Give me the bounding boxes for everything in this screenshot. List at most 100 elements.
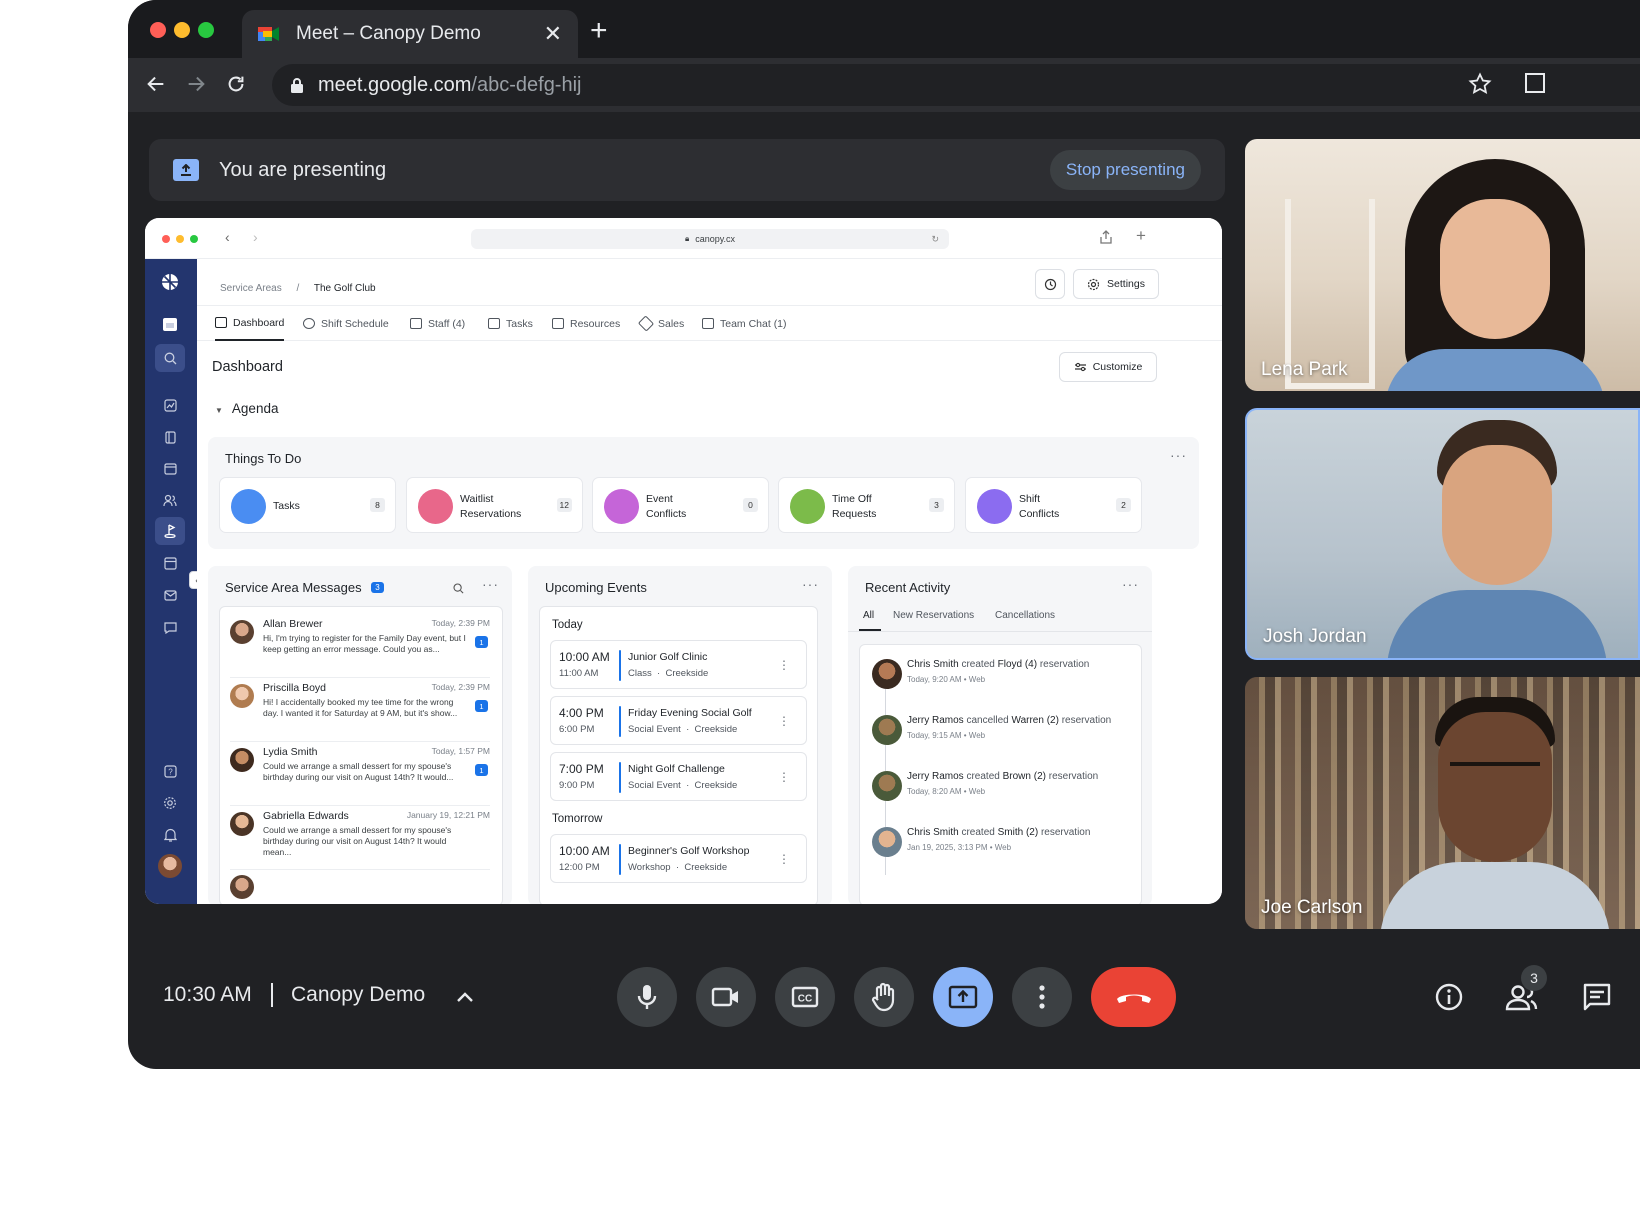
activity-item[interactable]: Chris Smith created Smith (2) reservatio…	[870, 827, 1130, 877]
more-options-icon[interactable]: ···	[482, 576, 499, 592]
activity-item[interactable]: Chris Smith created Floyd (4) reservatio…	[870, 659, 1130, 709]
shared-share-icon[interactable]	[1100, 230, 1112, 249]
tab-team-chat[interactable]: Team Chat (1)	[702, 306, 787, 341]
shared-back-icon[interactable]: ‹	[225, 229, 230, 245]
history-button[interactable]	[1035, 269, 1065, 299]
maximize-window-button[interactable]	[198, 22, 214, 38]
camera-button[interactable]	[696, 967, 756, 1027]
captions-button[interactable]: CC	[775, 967, 835, 1027]
close-tab-icon[interactable]: ✕	[544, 21, 562, 47]
calendar-icon[interactable]	[161, 459, 179, 477]
svg-text:?: ?	[168, 767, 173, 776]
kebab-menu-icon[interactable]: ⋮	[778, 852, 790, 866]
gear-icon[interactable]	[161, 794, 179, 812]
shared-reload-icon[interactable]: ↻	[931, 234, 939, 245]
search-icon[interactable]	[161, 349, 179, 367]
card-count: 2	[1116, 498, 1131, 512]
list-item[interactable]: Priscilla Boyd Today, 2:39 PM Hi! I acci…	[230, 682, 490, 738]
kebab-menu-icon[interactable]: ⋮	[778, 770, 790, 784]
activity-target: Floyd (4)	[997, 659, 1038, 670]
customize-button[interactable]: Customize	[1059, 352, 1157, 382]
kebab-menu-icon[interactable]: ⋮	[778, 714, 790, 728]
activity-item[interactable]: Jerry Ramos cancelled Warren (2) reserva…	[870, 715, 1130, 765]
todo-card-shift-conflicts[interactable]: Shift Conflicts 2	[965, 477, 1142, 533]
bell-icon[interactable]	[161, 826, 179, 844]
calendar-app-icon[interactable]	[161, 315, 179, 333]
kebab-menu-icon[interactable]: ⋮	[778, 658, 790, 672]
meeting-details-button[interactable]	[1432, 980, 1466, 1014]
participant-tile[interactable]: Lena Park	[1245, 139, 1640, 391]
todo-card-time-off[interactable]: Time Off Requests 3	[778, 477, 955, 533]
more-options-icon[interactable]: ···	[802, 576, 819, 592]
chat-icon[interactable]	[161, 618, 179, 636]
tab-sales[interactable]: Sales	[637, 306, 684, 341]
day-label: Today	[552, 619, 583, 631]
divider	[230, 677, 490, 678]
todo-card-waitlist[interactable]: Waitlist Reservations 12	[406, 477, 583, 533]
address-bar[interactable]: meet.google.com /abc-defg-hij	[272, 64, 1640, 106]
stop-presenting-button[interactable]: Stop presenting	[1049, 150, 1201, 190]
raise-hand-button[interactable]	[854, 967, 914, 1027]
tab-resources[interactable]: Resources	[552, 306, 620, 341]
arrow-left-icon	[147, 76, 164, 92]
browser-tab-meet[interactable]: Meet – Canopy Demo ✕	[242, 10, 578, 58]
chevron-up-icon[interactable]	[456, 990, 474, 1008]
more-options-button[interactable]	[1012, 967, 1072, 1027]
mail-icon[interactable]	[161, 586, 179, 604]
activity-tab-new-reservations[interactable]: New Reservations	[893, 610, 974, 621]
leave-call-button[interactable]	[1091, 967, 1176, 1027]
forward-button[interactable]	[180, 68, 212, 100]
messages-search-icon[interactable]	[453, 581, 464, 599]
window-icon[interactable]	[1524, 72, 1546, 99]
panel-title: Upcoming Events	[545, 580, 647, 595]
present-screen-button[interactable]	[933, 967, 993, 1027]
microphone-button[interactable]	[617, 967, 677, 1027]
user-avatar[interactable]	[158, 854, 182, 878]
activity-meta: Today, 9:20 AM • Web	[907, 675, 986, 684]
more-options-icon[interactable]: ···	[1170, 447, 1187, 463]
shared-url-bar[interactable]: 🔒︎ canopy.cx ↻	[471, 229, 949, 249]
list-item[interactable]: Lydia Smith Today, 1:57 PM Could we arra…	[230, 746, 490, 802]
help-icon[interactable]: ?	[161, 762, 179, 780]
tab-tasks[interactable]: Tasks	[488, 306, 533, 341]
event-card[interactable]: 10:00 AM 12:00 PM Beginner's Golf Worksh…	[550, 834, 807, 883]
archive-icon[interactable]	[161, 554, 179, 572]
activity-item[interactable]: Jerry Ramos created Brown (2) reservatio…	[870, 771, 1130, 821]
tab-staff[interactable]: Staff (4)	[410, 306, 465, 341]
participant-tile[interactable]: Josh Jordan	[1245, 408, 1640, 660]
shared-new-tab-icon[interactable]: +	[1136, 226, 1146, 246]
minimize-window-button[interactable]	[174, 22, 190, 38]
todo-card-tasks[interactable]: Tasks 8	[219, 477, 396, 533]
list-item[interactable]: Allan Brewer Today, 2:39 PM Hi, I'm tryi…	[230, 618, 490, 674]
activity-tab-all[interactable]: All	[863, 610, 874, 621]
book-icon[interactable]	[161, 428, 179, 446]
reload-button[interactable]	[220, 68, 252, 100]
activity-actor: Chris Smith	[907, 827, 959, 838]
users-icon[interactable]	[161, 491, 179, 509]
shared-forward-icon[interactable]: ›	[253, 229, 258, 245]
participant-tile[interactable]: Joe Carlson	[1245, 677, 1640, 929]
more-options-icon[interactable]: ···	[1122, 576, 1139, 592]
chat-button[interactable]	[1580, 980, 1614, 1014]
breadcrumb-parent[interactable]: Service Areas	[220, 283, 282, 294]
card-line1: Tasks	[273, 500, 300, 512]
event-card[interactable]: 10:00 AM 11:00 AM Junior Golf Clinic Cla…	[550, 640, 807, 689]
settings-button[interactable]: Settings	[1073, 269, 1159, 299]
list-item[interactable]: Gabriella Edwards January 19, 12:21 PM C…	[230, 810, 490, 866]
agenda-toggle[interactable]: ▼ Agenda	[215, 401, 278, 416]
customize-label: Customize	[1092, 361, 1143, 373]
analytics-icon[interactable]	[161, 396, 179, 414]
tab-shift-schedule[interactable]: Shift Schedule	[303, 306, 389, 341]
close-window-button[interactable]	[150, 22, 166, 38]
golf-icon[interactable]	[161, 522, 179, 540]
new-tab-button[interactable]: +	[590, 14, 608, 48]
bookmark-star-icon[interactable]	[1468, 72, 1492, 101]
canopy-logo-icon[interactable]	[161, 273, 179, 291]
event-card[interactable]: 7:00 PM 9:00 PM Night Golf Challenge Soc…	[550, 752, 807, 801]
todo-card-event-conflicts[interactable]: Event Conflicts 0	[592, 477, 769, 533]
card-line1: Waitlist	[460, 493, 494, 505]
back-button[interactable]	[140, 68, 172, 100]
event-card[interactable]: 4:00 PM 6:00 PM Friday Evening Social Go…	[550, 696, 807, 745]
tab-dashboard[interactable]: Dashboard	[215, 306, 285, 341]
activity-tab-cancellations[interactable]: Cancellations	[995, 610, 1055, 621]
